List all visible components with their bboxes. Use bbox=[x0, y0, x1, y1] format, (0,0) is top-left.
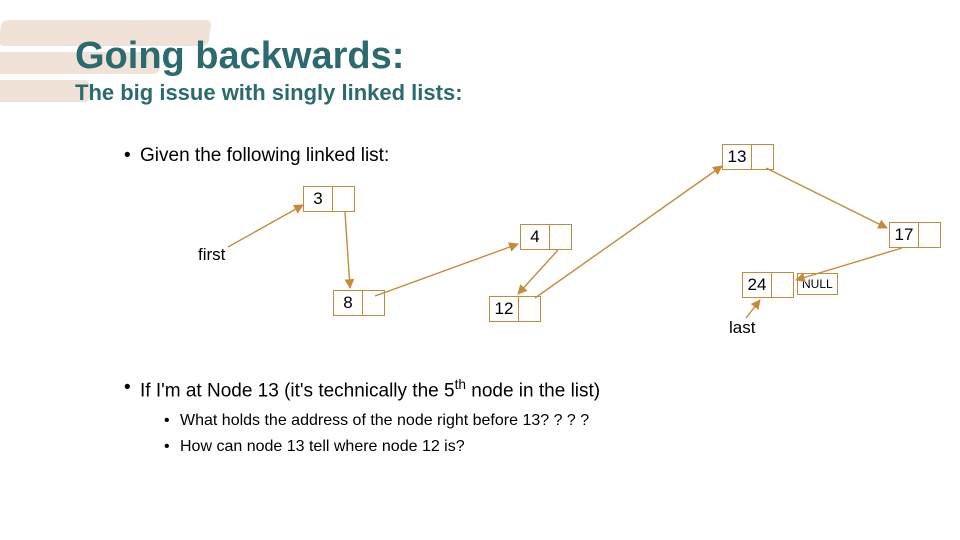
node-17-pointer bbox=[918, 223, 940, 247]
node-8-value: 8 bbox=[334, 291, 362, 315]
slide-subtitle: The big issue with singly linked lists: bbox=[75, 80, 463, 106]
node-4-pointer bbox=[549, 225, 571, 249]
node-17-value: 17 bbox=[890, 223, 918, 247]
last-label: last bbox=[729, 318, 755, 338]
node-3-pointer bbox=[332, 187, 354, 211]
bullet-how-can: How can node 13 tell where node 12 is? bbox=[180, 438, 465, 456]
arrow-last-to-24 bbox=[746, 300, 760, 318]
node-13: 13 bbox=[722, 144, 774, 170]
node-3-value: 3 bbox=[304, 187, 332, 211]
bullet-given: Given the following linked list: bbox=[140, 145, 389, 167]
node-4: 4 bbox=[520, 224, 572, 250]
node-12-pointer bbox=[518, 297, 540, 321]
arrow-8-to-4 bbox=[375, 244, 518, 296]
slide-title: Going backwards: bbox=[75, 35, 463, 78]
node-13-value: 13 bbox=[723, 145, 751, 169]
node-17: 17 bbox=[889, 222, 941, 248]
node-24-pointer bbox=[771, 273, 793, 297]
bullet-what-holds: What holds the address of the node right… bbox=[180, 412, 589, 430]
null-label: NULL bbox=[797, 273, 838, 295]
node-13-pointer bbox=[751, 145, 773, 169]
bullet-if-pre: If I'm at Node 13 (it's technically the … bbox=[140, 380, 455, 401]
node-24-value: 24 bbox=[743, 273, 771, 297]
node-4-value: 4 bbox=[521, 225, 549, 249]
arrow-first-to-3 bbox=[228, 205, 303, 247]
arrow-3-to-8 bbox=[345, 212, 350, 288]
arrow-13-to-17 bbox=[766, 168, 887, 228]
node-8: 8 bbox=[333, 290, 385, 316]
node-8-pointer bbox=[362, 291, 384, 315]
bullet-if-node13: If I'm at Node 13 (it's technically the … bbox=[140, 377, 600, 402]
bullet-if-sup: th bbox=[455, 377, 466, 392]
node-3: 3 bbox=[303, 186, 355, 212]
bullet-if-post: node in the list) bbox=[466, 380, 600, 401]
node-12-value: 12 bbox=[490, 297, 518, 321]
arrow-4-to-12 bbox=[518, 250, 558, 294]
node-12: 12 bbox=[489, 296, 541, 322]
first-label: first bbox=[198, 245, 225, 265]
node-24: 24 bbox=[742, 272, 794, 298]
arrow-17-to-24 bbox=[796, 248, 902, 280]
